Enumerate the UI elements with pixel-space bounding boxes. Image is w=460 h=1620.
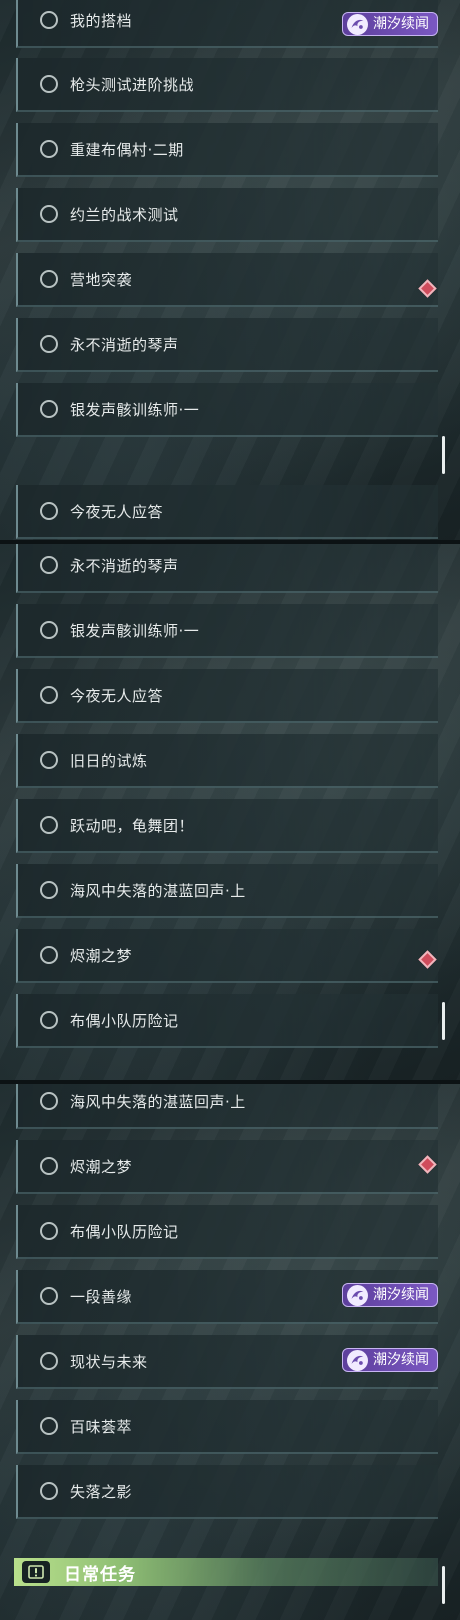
radio-circle-icon	[40, 621, 58, 639]
radio-circle-icon	[40, 556, 58, 574]
quest-label: 重建布偶村·二期	[70, 140, 184, 159]
quest-label: 银发声骸训练师·一	[70, 621, 200, 640]
quest-item[interactable]: 布偶小队历险记	[16, 994, 438, 1048]
radio-circle-icon	[40, 1222, 58, 1240]
quest-item[interactable]: 今夜无人应答	[16, 669, 438, 723]
quest-item[interactable]: 银发声骸训练师·一	[16, 383, 438, 437]
quest-label: 永不消逝的琴声	[70, 556, 179, 575]
quest-item[interactable]: 永不消逝的琴声	[16, 544, 438, 593]
radio-circle-icon	[40, 205, 58, 223]
radio-circle-icon	[40, 75, 58, 93]
quest-list-panel-3: 海风中失落的湛蓝回声·上 烬潮之梦 布偶小队历险记 一段善缘 现状与未来 百味荟…	[0, 1080, 460, 1620]
radio-circle-icon	[40, 816, 58, 834]
quest-item[interactable]: 永不消逝的琴声	[16, 318, 438, 372]
quest-item[interactable]: 营地突袭	[16, 253, 438, 307]
quest-item[interactable]: 约兰的战术测试	[16, 188, 438, 242]
quest-label: 今夜无人应答	[70, 502, 164, 521]
quest-item[interactable]: 重建布偶村·二期	[16, 123, 438, 177]
quest-label: 百味荟萃	[70, 1417, 133, 1436]
quest-item[interactable]: 百味荟萃	[16, 1400, 438, 1454]
badge-label: 潮汐续闻	[373, 16, 429, 32]
quest-label: 烬潮之梦	[70, 1157, 133, 1176]
quest-label: 海风中失落的湛蓝回声·上	[70, 1092, 246, 1111]
quest-label: 失落之影	[70, 1482, 133, 1501]
section-title: 日常任务	[64, 1564, 136, 1585]
badge-label: 潮汐续闻	[373, 1287, 429, 1303]
scrollbar-thumb[interactable]	[442, 1002, 445, 1040]
quest-item[interactable]: 布偶小队历险记	[16, 1205, 438, 1259]
radio-circle-icon	[40, 11, 58, 29]
tide-news-badge: 潮汐续闻	[342, 1348, 438, 1372]
radio-circle-icon	[40, 1011, 58, 1029]
quest-label: 约兰的战术测试	[70, 205, 179, 224]
exclamation-icon	[22, 1561, 50, 1583]
quest-label: 我的搭档	[70, 11, 133, 30]
radio-circle-icon	[40, 751, 58, 769]
radio-circle-icon	[40, 686, 58, 704]
quest-item[interactable]: 旧日的试炼	[16, 734, 438, 788]
quest-label: 布偶小队历险记	[70, 1011, 179, 1030]
scrollbar-thumb[interactable]	[442, 1566, 445, 1604]
radio-circle-icon	[40, 270, 58, 288]
tide-swirl-icon	[347, 1350, 368, 1371]
tide-swirl-icon	[347, 1285, 368, 1306]
radio-circle-icon	[40, 1352, 58, 1370]
radio-circle-icon	[40, 502, 58, 520]
quest-label: 今夜无人应答	[70, 686, 164, 705]
quest-label: 一段善缘	[70, 1287, 133, 1306]
quest-list-panel-1: 我的搭档 枪头测试进阶挑战 重建布偶村·二期 约兰的战术测试 营地突袭 永不消逝…	[0, 0, 460, 540]
quest-item[interactable]: 烬潮之梦	[16, 1140, 438, 1194]
radio-circle-icon	[40, 1157, 58, 1175]
tide-news-badge: 潮汐续闻	[342, 1283, 438, 1307]
daily-tasks-section-header[interactable]: 日常任务	[14, 1558, 438, 1586]
quest-label: 现状与未来	[70, 1352, 148, 1371]
radio-circle-icon	[40, 1482, 58, 1500]
scrollbar-thumb[interactable]	[442, 436, 445, 474]
quest-label: 烬潮之梦	[70, 946, 133, 965]
badge-label: 潮汐续闻	[373, 1352, 429, 1368]
radio-circle-icon	[40, 400, 58, 418]
quest-label: 海风中失落的湛蓝回声·上	[70, 881, 246, 900]
tide-news-badge: 潮汐续闻	[342, 12, 438, 36]
radio-circle-icon	[40, 335, 58, 353]
quest-item[interactable]: 烬潮之梦	[16, 929, 438, 983]
quest-label: 旧日的试炼	[70, 751, 148, 770]
radio-circle-icon	[40, 140, 58, 158]
quest-item[interactable]: 海风中失落的湛蓝回声·上	[16, 864, 438, 918]
tide-swirl-icon	[347, 14, 368, 35]
quest-label: 营地突袭	[70, 270, 133, 289]
quest-item[interactable]: 失落之影	[16, 1465, 438, 1519]
radio-circle-icon	[40, 1287, 58, 1305]
radio-circle-icon	[40, 1417, 58, 1435]
quest-label: 跃动吧，龟舞团！	[70, 816, 195, 835]
quest-item[interactable]: 银发声骸训练师·一	[16, 604, 438, 658]
quest-item[interactable]: 枪头测试进阶挑战	[16, 58, 438, 112]
quest-item[interactable]: 跃动吧，龟舞团！	[16, 799, 438, 853]
radio-circle-icon	[40, 881, 58, 899]
quest-label: 枪头测试进阶挑战	[70, 75, 195, 94]
quest-item[interactable]: 海风中失落的湛蓝回声·上	[16, 1084, 438, 1129]
quest-label: 布偶小队历险记	[70, 1222, 179, 1241]
quest-label: 银发声骸训练师·一	[70, 400, 200, 419]
radio-circle-icon	[40, 1092, 58, 1110]
quest-item[interactable]: 今夜无人应答	[16, 485, 438, 539]
radio-circle-icon	[40, 946, 58, 964]
quest-label: 永不消逝的琴声	[70, 335, 179, 354]
quest-list-panel-2: 永不消逝的琴声 银发声骸训练师·一 今夜无人应答 旧日的试炼 跃动吧，龟舞团！ …	[0, 540, 460, 1080]
